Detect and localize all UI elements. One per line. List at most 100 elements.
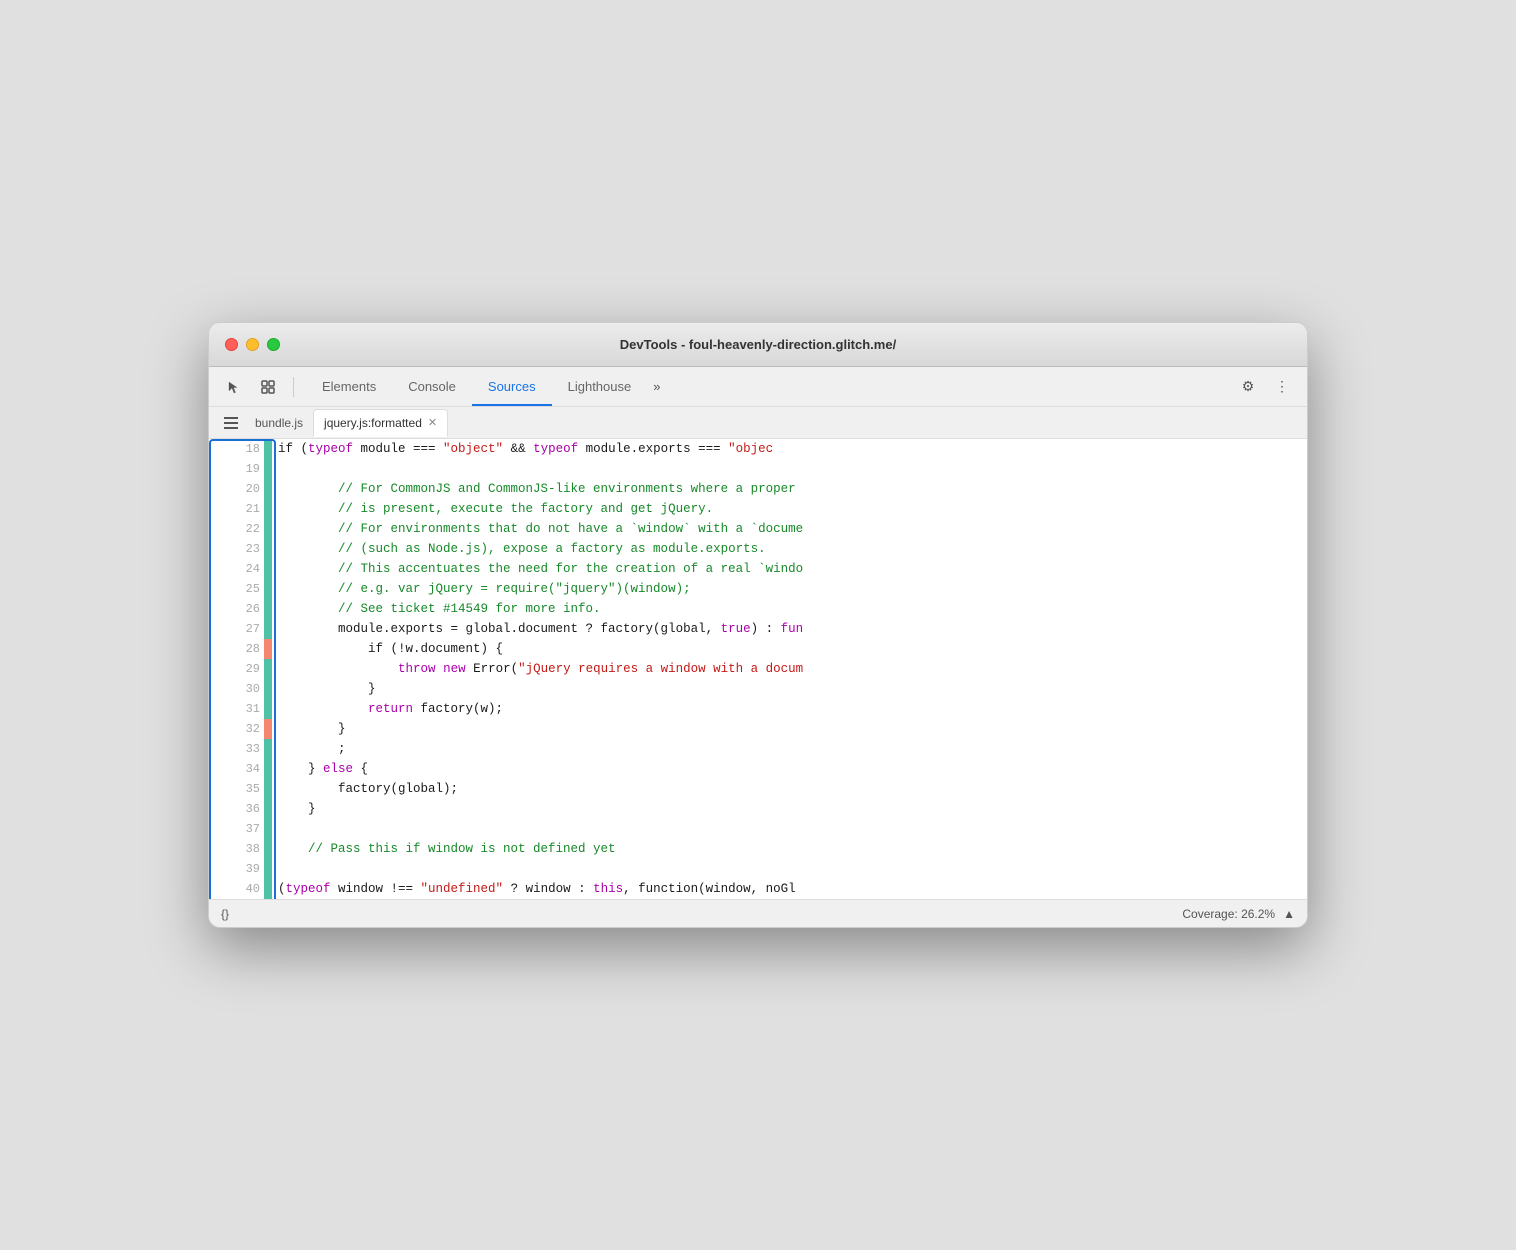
table-row: 24 // This accentuates the need for the … <box>209 559 1307 579</box>
line-number: 27 <box>246 619 260 639</box>
scroll-up-icon[interactable]: ▲ <box>1283 907 1295 921</box>
tab-console[interactable]: Console <box>392 367 472 406</box>
table-row: 26 // See ticket #14549 for more info. <box>209 599 1307 619</box>
tab-sources[interactable]: Sources <box>472 367 552 406</box>
main-content: 18 if (typeof module === "object" && type… <box>209 439 1307 899</box>
code-line: module.exports = global.document ? facto… <box>272 619 1307 639</box>
table-row: 40 (typeof window !== "undefined" ? windo… <box>209 879 1307 899</box>
code-line <box>272 819 1307 839</box>
format-toggle[interactable]: {} <box>221 907 229 921</box>
line-number: 36 <box>246 799 260 819</box>
coverage-strip <box>264 559 272 579</box>
line-number: 40 <box>246 879 260 899</box>
table-row: 38 // Pass this if window is not defined… <box>209 839 1307 859</box>
coverage-strip <box>264 839 272 859</box>
code-line: return factory(w); <box>272 699 1307 719</box>
cursor-tool-icon[interactable] <box>221 374 247 400</box>
coverage-strip <box>264 799 272 819</box>
title-bar: DevTools - foul-heavenly-direction.glitc… <box>209 323 1307 367</box>
tab-elements[interactable]: Elements <box>306 367 392 406</box>
code-line <box>272 859 1307 879</box>
table-row: 25 // e.g. var jQuery = require("jquery"… <box>209 579 1307 599</box>
line-number: 18 <box>246 439 260 459</box>
coverage-strip <box>264 499 272 519</box>
code-line: if (typeof module === "object" && typeof… <box>272 439 1307 459</box>
line-number: 21 <box>246 499 260 519</box>
table-row: 28 if (!w.document) { <box>209 639 1307 659</box>
minimize-button[interactable] <box>246 338 259 351</box>
settings-icon[interactable]: ⚙ <box>1235 374 1261 400</box>
coverage-strip <box>264 719 272 739</box>
line-number: 29 <box>246 659 260 679</box>
code-line: throw new Error("jQuery requires a windo… <box>272 659 1307 679</box>
sidebar-toggle-icon[interactable] <box>217 409 245 437</box>
close-button[interactable] <box>225 338 238 351</box>
coverage-strip <box>264 439 272 459</box>
line-number: 33 <box>246 739 260 759</box>
code-line: // For environments that do not have a `… <box>272 519 1307 539</box>
code-line: } <box>272 679 1307 699</box>
file-tab-close-icon[interactable]: ✕ <box>428 418 437 429</box>
code-line: // Pass this if window is not defined ye… <box>272 839 1307 859</box>
coverage-strip <box>264 579 272 599</box>
table-row: 30 } <box>209 679 1307 699</box>
line-number: 24 <box>246 559 260 579</box>
table-row: 18 if (typeof module === "object" && type… <box>209 439 1307 459</box>
table-row: 34 } else { <box>209 759 1307 779</box>
coverage-strip <box>264 859 272 879</box>
coverage-strip <box>264 759 272 779</box>
table-row: 27 module.exports = global.document ? fa… <box>209 619 1307 639</box>
code-line: (typeof window !== "undefined" ? window … <box>272 879 1307 899</box>
table-row: 21 // is present, execute the factory an… <box>209 499 1307 519</box>
line-number: 39 <box>246 859 260 879</box>
coverage-strip <box>264 879 272 899</box>
coverage-strip <box>264 479 272 499</box>
code-line: // e.g. var jQuery = require("jquery")(w… <box>272 579 1307 599</box>
line-number: 26 <box>246 599 260 619</box>
table-row: 37 <box>209 819 1307 839</box>
code-line: // For CommonJS and CommonJS-like enviro… <box>272 479 1307 499</box>
coverage-strip <box>264 679 272 699</box>
code-line: // This accentuates the need for the cre… <box>272 559 1307 579</box>
table-row: 32 } <box>209 719 1307 739</box>
coverage-strip <box>264 779 272 799</box>
code-line: } <box>272 799 1307 819</box>
more-options-icon[interactable]: ⋮ <box>1269 374 1295 400</box>
line-number: 38 <box>246 839 260 859</box>
coverage-strip <box>264 459 272 479</box>
code-line: factory(global); <box>272 779 1307 799</box>
line-number: 32 <box>246 719 260 739</box>
coverage-strip <box>264 639 272 659</box>
code-line: if (!w.document) { <box>272 639 1307 659</box>
tab-lighthouse[interactable]: Lighthouse <box>552 367 648 406</box>
tab-more[interactable]: » <box>647 367 666 406</box>
table-row: 31 return factory(w); <box>209 699 1307 719</box>
line-number: 23 <box>246 539 260 559</box>
lines-container: 18 if (typeof module === "object" && type… <box>209 439 1307 899</box>
file-tab-bundle[interactable]: bundle.js <box>245 409 313 437</box>
toolbar-right: ⚙ ⋮ <box>1235 374 1295 400</box>
line-number: 22 <box>246 519 260 539</box>
code-line: // (such as Node.js), expose a factory a… <box>272 539 1307 559</box>
code-line: // See ticket #14549 for more info. <box>272 599 1307 619</box>
line-number: 20 <box>246 479 260 499</box>
separator <box>293 377 294 397</box>
line-number: 35 <box>246 779 260 799</box>
coverage-strip <box>264 519 272 539</box>
toolbar: Elements Console Sources Lighthouse » ⚙ … <box>209 367 1307 407</box>
traffic-lights <box>225 338 280 351</box>
code-line: // is present, execute the factory and g… <box>272 499 1307 519</box>
maximize-button[interactable] <box>267 338 280 351</box>
table-row: 35 factory(global); <box>209 779 1307 799</box>
devtools-window: DevTools - foul-heavenly-direction.glitc… <box>208 322 1308 928</box>
file-tab-jquery[interactable]: jquery.js:formatted ✕ <box>313 409 448 437</box>
table-row: 39 <box>209 859 1307 879</box>
coverage-strip <box>264 619 272 639</box>
coverage-strip <box>264 539 272 559</box>
inspect-icon[interactable] <box>255 374 281 400</box>
code-editor[interactable]: 18 if (typeof module === "object" && type… <box>209 439 1307 899</box>
code-line: ; <box>272 739 1307 759</box>
status-bar: {} Coverage: 26.2% ▲ <box>209 899 1307 927</box>
code-line: } <box>272 719 1307 739</box>
line-number: 30 <box>246 679 260 699</box>
